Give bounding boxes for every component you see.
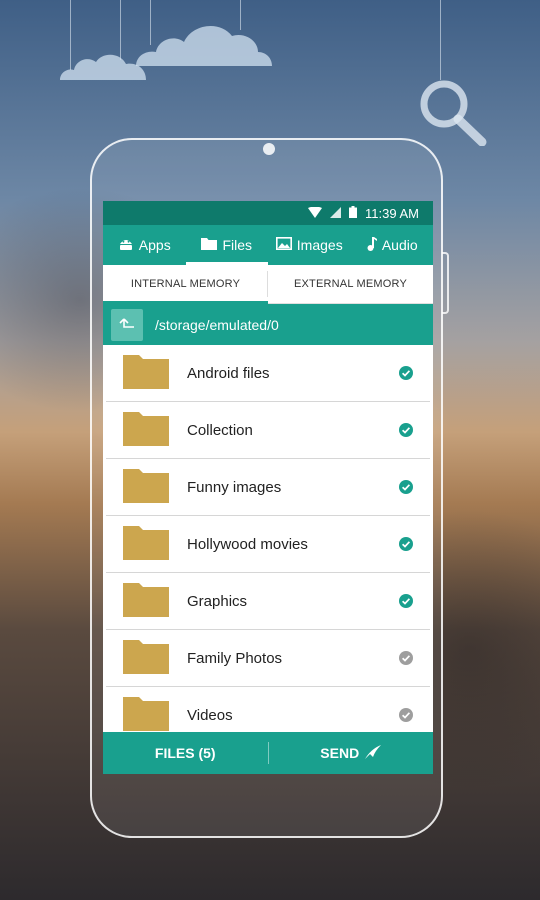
tab-apps[interactable]: Apps [103, 225, 186, 265]
send-icon [365, 744, 382, 762]
send-button-label: SEND [320, 745, 360, 761]
wifi-icon [308, 206, 323, 221]
folder-icon [123, 581, 169, 622]
tab-images-label: Images [296, 237, 343, 253]
file-row[interactable]: Collection [106, 402, 430, 459]
music-note-icon [366, 236, 377, 254]
send-button[interactable]: SEND [269, 732, 434, 774]
bottom-action-bar: FILES (5) SEND [103, 732, 433, 774]
files-button-label: FILES (5) [154, 745, 216, 761]
check-circle-icon[interactable] [399, 708, 413, 727]
files-button[interactable]: FILES (5) [103, 732, 268, 774]
cloud-icon [136, 25, 272, 66]
tab-audio[interactable]: Audio [351, 225, 434, 265]
file-name: Hollywood movies [187, 535, 308, 553]
file-row[interactable]: Funny images [106, 459, 430, 516]
file-name: Android files [187, 364, 270, 382]
check-circle-icon[interactable] [399, 423, 413, 442]
arrow-up-icon [119, 317, 135, 333]
file-name: Videos [187, 706, 233, 724]
folder-icon [123, 410, 169, 451]
phone-side-button [442, 252, 449, 314]
folder-icon [123, 467, 169, 508]
storage-tab-bar: INTERNAL MEMORY EXTERNAL MEMORY [103, 265, 433, 304]
check-circle-icon[interactable] [399, 366, 413, 385]
hanging-string [440, 0, 441, 80]
phone-speaker [263, 143, 275, 155]
folder-icon [123, 353, 169, 394]
battery-icon [349, 205, 358, 221]
signal-icon [330, 206, 342, 221]
check-circle-icon[interactable] [399, 537, 413, 556]
tab-audio-label: Audio [381, 237, 418, 253]
file-row[interactable]: Android files [106, 345, 430, 402]
check-circle-icon[interactable] [399, 480, 413, 499]
file-name: Family Photos [187, 649, 283, 667]
tab-external-memory[interactable]: EXTERNAL MEMORY [268, 265, 433, 303]
file-row[interactable]: Family Photos [106, 630, 430, 687]
file-list: Android files Collection Funny images Holly… [103, 345, 433, 744]
navigate-up-button[interactable] [111, 308, 143, 341]
search-icon [420, 80, 487, 146]
file-name: Funny images [187, 478, 282, 496]
folder-icon [123, 695, 169, 736]
android-icon [118, 237, 134, 253]
status-time: 11:39 AM [365, 205, 419, 221]
tab-files-label: Files [222, 237, 253, 253]
tab-images[interactable]: Images [268, 225, 351, 265]
status-bar: 11:39 AM [103, 201, 433, 225]
path-bar: /storage/emulated/0 [103, 304, 433, 345]
folder-icon [123, 524, 169, 565]
tab-internal-memory[interactable]: INTERNAL MEMORY [103, 265, 268, 304]
folder-icon [201, 237, 218, 253]
image-icon [275, 237, 292, 253]
check-circle-icon[interactable] [399, 651, 413, 670]
tab-bar: Apps Files Images Audio [103, 225, 433, 265]
check-circle-icon[interactable] [399, 594, 413, 613]
file-name: Graphics [187, 592, 248, 610]
file-row[interactable]: Graphics [106, 573, 430, 630]
file-name: Collection [187, 421, 253, 439]
current-path: /storage/emulated/0 [155, 316, 279, 333]
file-row[interactable]: Hollywood movies [106, 516, 430, 573]
tab-apps-label: Apps [138, 237, 171, 253]
folder-icon [123, 638, 169, 679]
app-screen: 11:39 AM Apps Files Images Audio INTERNA… [103, 201, 433, 774]
tab-files[interactable]: Files [185, 225, 269, 265]
